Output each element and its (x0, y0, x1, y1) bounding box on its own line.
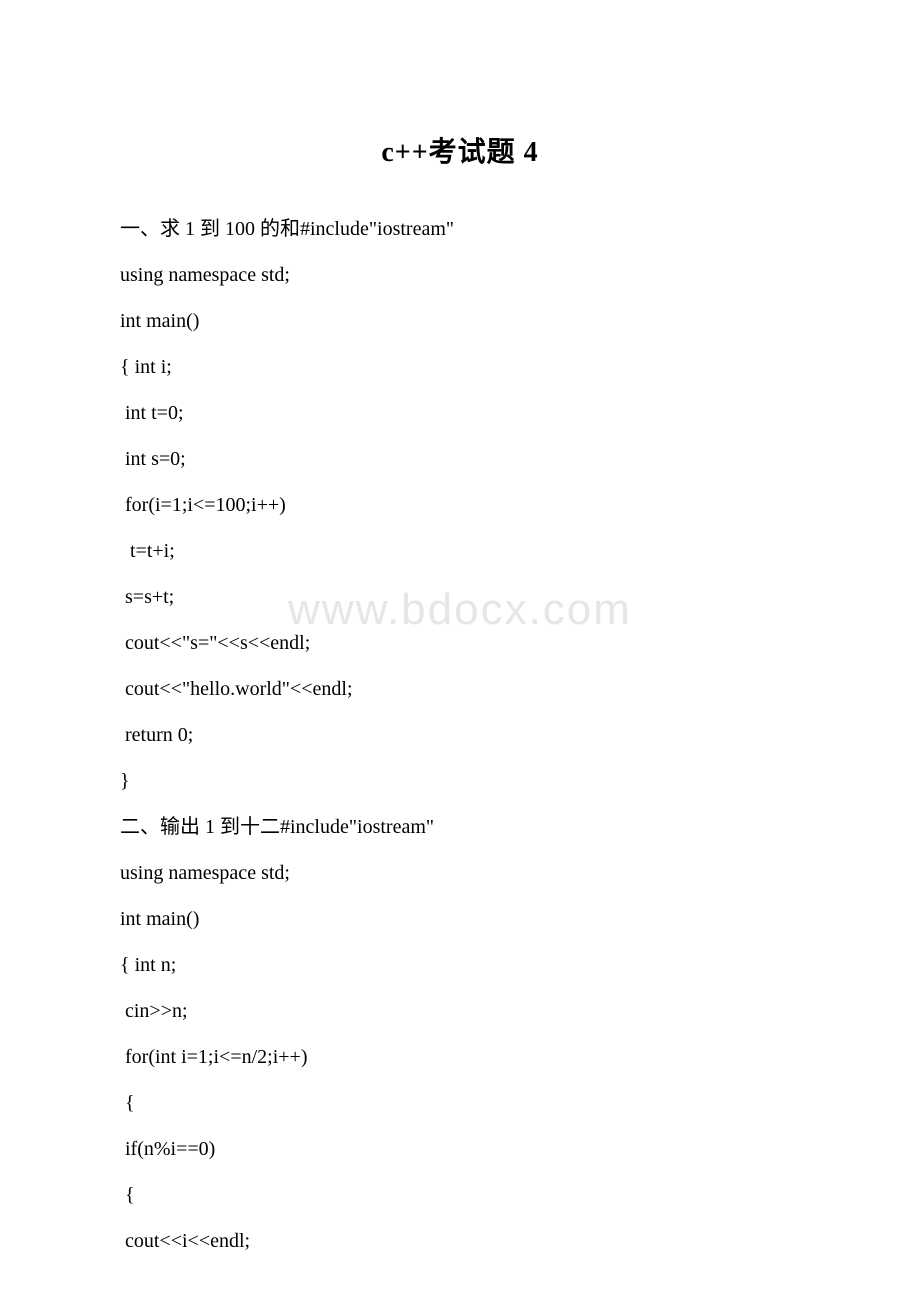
code-line: int s=0; (120, 436, 800, 482)
code-line: for(int i=1;i<=n/2;i++) (120, 1034, 800, 1080)
code-line: int main() (120, 896, 800, 942)
page-title: c++考试题 4 (120, 130, 800, 170)
code-line: cout<<i<<endl; (120, 1218, 800, 1264)
code-line: return 0; (120, 712, 800, 758)
code-line: cout<<"hello.world"<<endl; (120, 666, 800, 712)
code-line: int t=0; (120, 390, 800, 436)
code-line: { (120, 1172, 800, 1218)
code-line: { int i; (120, 344, 800, 390)
code-line: { int n; (120, 942, 800, 988)
code-line: { (120, 1080, 800, 1126)
code-line: cin>>n; (120, 988, 800, 1034)
code-block: 一、求 1 到 100 的和#include"iostream" using n… (120, 206, 800, 1264)
code-line: 二、输出 1 到十二#include"iostream" (120, 804, 800, 850)
code-line: 一、求 1 到 100 的和#include"iostream" (120, 206, 800, 252)
code-line: cout<<"s="<<s<<endl; (120, 620, 800, 666)
code-line: s=s+t; (120, 574, 800, 620)
code-line: using namespace std; (120, 252, 800, 298)
code-line: if(n%i==0) (120, 1126, 800, 1172)
code-line: } (120, 758, 800, 804)
code-line: for(i=1;i<=100;i++) (120, 482, 800, 528)
code-line: using namespace std; (120, 850, 800, 896)
code-line: int main() (120, 298, 800, 344)
code-line: t=t+i; (120, 528, 800, 574)
